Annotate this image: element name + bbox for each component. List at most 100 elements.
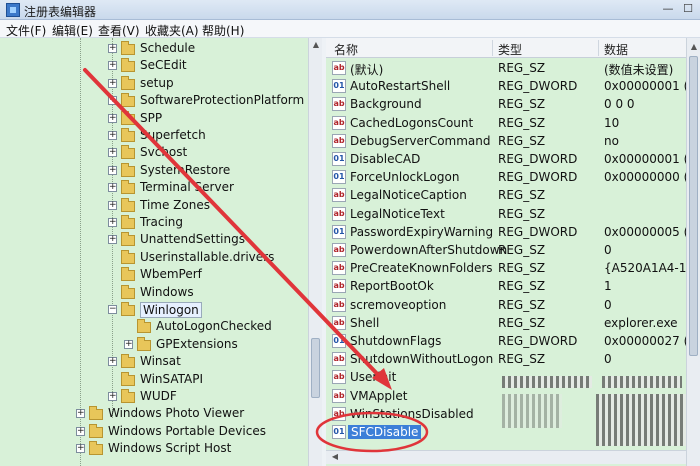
value-name[interactable]: PasswordExpiryWarning bbox=[350, 225, 493, 239]
tree-node-label[interactable]: Terminal Server bbox=[140, 180, 234, 194]
scroll-up-arrow-icon[interactable]: ▲ bbox=[311, 40, 321, 50]
tree-node-label[interactable]: Superfetch bbox=[140, 128, 206, 142]
value-name[interactable]: Background bbox=[350, 97, 422, 111]
value-row[interactable]: ab DebugServerCommand REG_SZ no bbox=[326, 132, 700, 150]
value-name[interactable]: ReportBootOk bbox=[350, 279, 434, 293]
value-name[interactable]: PowerdownAfterShutdown bbox=[350, 243, 507, 257]
maximize-button[interactable]: ☐ bbox=[680, 2, 696, 17]
value-row[interactable]: 01 ForceUnlockLogon REG_DWORD 0x00000000 (0… bbox=[326, 168, 700, 186]
value-name[interactable]: DebugServerCommand bbox=[350, 134, 491, 148]
menu-edit[interactable]: 编辑(E) bbox=[52, 22, 93, 39]
expand-plus-icon[interactable]: + bbox=[108, 44, 117, 53]
tree-node-label[interactable]: WUDF bbox=[140, 389, 177, 403]
value-name[interactable]: LegalNoticeText bbox=[350, 207, 445, 221]
menu-favorites[interactable]: 收藏夹(A) bbox=[145, 22, 199, 39]
expand-plus-icon[interactable]: + bbox=[108, 79, 117, 88]
value-name[interactable]: LegalNoticeCaption bbox=[350, 188, 467, 202]
tree-node-label[interactable]: Svchost bbox=[140, 145, 187, 159]
list-scroll-thumb[interactable] bbox=[689, 56, 698, 356]
value-row[interactable]: ab LegalNoticeCaption REG_SZ bbox=[326, 186, 700, 204]
expand-plus-icon[interactable]: + bbox=[108, 114, 117, 123]
expand-plus-icon[interactable]: + bbox=[108, 201, 117, 210]
tree-node-label[interactable]: Schedule bbox=[140, 41, 195, 55]
tree-node-label[interactable]: SystemRestore bbox=[140, 163, 230, 177]
column-divider[interactable] bbox=[492, 40, 493, 56]
value-name[interactable]: scremoveoption bbox=[350, 298, 446, 312]
expand-plus-icon[interactable]: + bbox=[108, 166, 117, 175]
column-divider[interactable] bbox=[598, 40, 599, 56]
expand-plus-icon[interactable]: + bbox=[108, 131, 117, 140]
value-row[interactable]: ab ShutdownWithoutLogon REG_SZ 0 bbox=[326, 350, 700, 368]
tree-node-label[interactable]: setup bbox=[140, 76, 174, 90]
expand-plus-icon[interactable]: + bbox=[108, 235, 117, 244]
minimize-button[interactable]: — bbox=[660, 2, 676, 17]
expand-plus-icon[interactable]: + bbox=[76, 444, 85, 453]
value-row[interactable]: ab Background REG_SZ 0 0 0 bbox=[326, 95, 700, 113]
value-name[interactable]: SFCDisable bbox=[348, 425, 422, 439]
tree-node-label[interactable]: SoftwareProtectionPlatform bbox=[140, 93, 304, 107]
value-name[interactable]: ShutdownWithoutLogon bbox=[350, 352, 493, 366]
column-name-header[interactable]: 名称 bbox=[334, 41, 358, 58]
tree-node-label[interactable]: SPP bbox=[140, 111, 162, 125]
tree-scrollbar[interactable]: ▲ bbox=[308, 38, 322, 466]
tree-node-label[interactable]: WinSATAPI bbox=[140, 372, 203, 386]
value-row[interactable]: ab LegalNoticeText REG_SZ bbox=[326, 205, 700, 223]
value-row[interactable]: ab CachedLogonsCount REG_SZ 10 bbox=[326, 114, 700, 132]
tree-node-label[interactable]: Userinstallable.drivers bbox=[140, 250, 274, 264]
expand-plus-icon[interactable]: + bbox=[108, 61, 117, 70]
expand-plus-icon[interactable]: + bbox=[108, 96, 117, 105]
menu-help[interactable]: 帮助(H) bbox=[202, 22, 244, 39]
expand-plus-icon[interactable]: + bbox=[108, 148, 117, 157]
expand-plus-icon[interactable]: + bbox=[108, 183, 117, 192]
value-name[interactable]: PreCreateKnownFolders bbox=[350, 261, 493, 275]
tree-node-label[interactable]: Windows Photo Viewer bbox=[108, 406, 244, 420]
tree-node-label[interactable]: GPExtensions bbox=[156, 337, 238, 351]
tree-node-label[interactable]: Tracing bbox=[140, 215, 183, 229]
expand-plus-icon[interactable]: + bbox=[108, 392, 117, 401]
value-row[interactable]: ab Userinit bbox=[326, 368, 700, 386]
expand-plus-icon[interactable]: + bbox=[108, 357, 117, 366]
tree-node-label[interactable]: Windows bbox=[140, 285, 194, 299]
scroll-up-arrow-icon[interactable]: ▲ bbox=[689, 42, 699, 52]
value-row[interactable]: 01 PasswordExpiryWarning REG_DWORD 0x000000… bbox=[326, 223, 700, 241]
value-row[interactable]: 01 ShutdownFlags REG_DWORD 0x00000027 (39) bbox=[326, 332, 700, 350]
value-name[interactable]: (默认) bbox=[350, 61, 383, 78]
scroll-left-arrow-icon[interactable]: ◀ bbox=[330, 452, 340, 462]
value-name[interactable]: Userinit bbox=[350, 370, 396, 384]
list-horizontal-scrollbar[interactable]: ◀ bbox=[326, 450, 686, 464]
tree-node-label[interactable]: UnattendSettings bbox=[140, 232, 245, 246]
expand-plus-icon[interactable]: + bbox=[124, 340, 133, 349]
tree-node-label[interactable]: Time Zones bbox=[140, 198, 210, 212]
value-row[interactable]: ab (默认) REG_SZ (数值未设置) bbox=[326, 59, 700, 77]
value-name[interactable]: CachedLogonsCount bbox=[350, 116, 473, 130]
value-name[interactable]: ShutdownFlags bbox=[350, 334, 441, 348]
value-row[interactable]: 01 DisableCAD REG_DWORD 0x00000001 (1) bbox=[326, 150, 700, 168]
tree-node-label[interactable]: Winlogon bbox=[140, 302, 202, 318]
tree-node-label[interactable]: Winsat bbox=[140, 354, 181, 368]
value-name[interactable]: DisableCAD bbox=[350, 152, 420, 166]
list-scrollbar[interactable]: ▲ bbox=[686, 38, 700, 466]
column-type-header[interactable]: 类型 bbox=[498, 41, 522, 58]
value-row[interactable]: ab ReportBootOk REG_SZ 1 bbox=[326, 277, 700, 295]
value-row[interactable]: ab PreCreateKnownFolders REG_SZ {A520A1A4-1… bbox=[326, 259, 700, 277]
value-row[interactable]: ab VMApplet bbox=[326, 387, 700, 405]
key-tree-pane[interactable]: + Schedule + SeCEdit + setup + SoftwareProtecti… bbox=[0, 38, 322, 466]
menu-file[interactable]: 文件(F) bbox=[6, 22, 46, 39]
tree-node-label[interactable]: AutoLogonChecked bbox=[156, 319, 272, 333]
value-row[interactable]: ab scremoveoption REG_SZ 0 bbox=[326, 296, 700, 314]
value-name[interactable]: WinStationsDisabled bbox=[350, 407, 474, 421]
expand-plus-icon[interactable]: + bbox=[108, 218, 117, 227]
value-row[interactable]: ab Shell REG_SZ explorer.exe bbox=[326, 314, 700, 332]
tree-scroll-thumb[interactable] bbox=[311, 338, 320, 398]
value-row[interactable]: ab WinStationsDisabled bbox=[326, 405, 700, 423]
column-data-header[interactable]: 数据 bbox=[604, 41, 628, 58]
value-name[interactable]: VMApplet bbox=[350, 389, 407, 403]
expand-plus-icon[interactable]: + bbox=[76, 427, 85, 436]
value-row[interactable]: ab PowerdownAfterShutdown REG_SZ 0 bbox=[326, 241, 700, 259]
tree-node-label[interactable]: Windows Script Host bbox=[108, 441, 231, 455]
value-row[interactable]: 01 SFCDisable bbox=[326, 423, 700, 441]
tree-node-label[interactable]: WbemPerf bbox=[140, 267, 202, 281]
values-list-pane[interactable]: 名称 类型 数据 ab (默认) REG_SZ (数值未设置) 01 AutoRestar… bbox=[326, 38, 700, 466]
value-name[interactable]: Shell bbox=[350, 316, 379, 330]
value-name[interactable]: AutoRestartShell bbox=[350, 79, 450, 93]
